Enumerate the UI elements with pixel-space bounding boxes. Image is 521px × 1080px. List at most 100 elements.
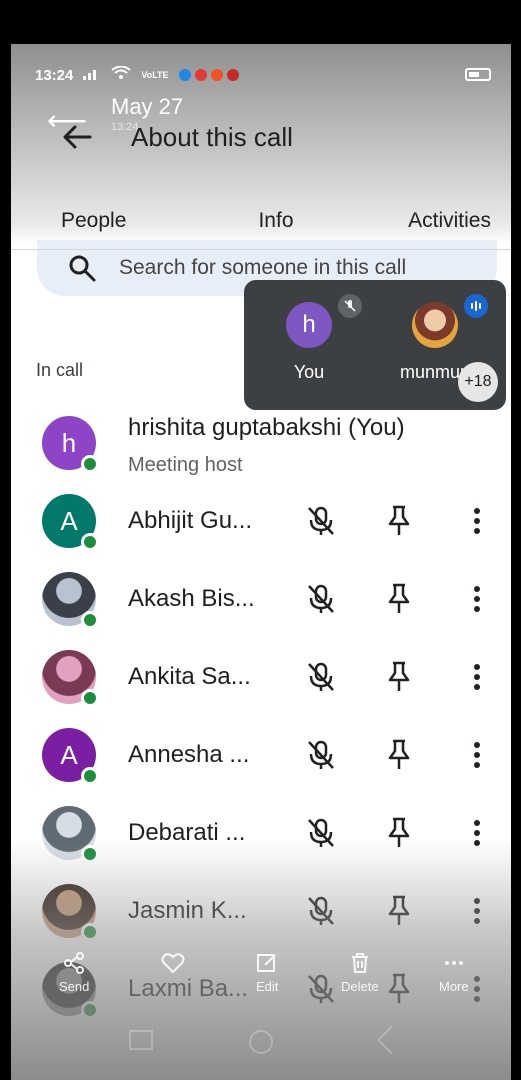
tab-people[interactable]: People bbox=[11, 192, 204, 249]
participant-name: hrishita guptabakshi (You) bbox=[128, 414, 405, 441]
participant-menu-button[interactable] bbox=[457, 891, 497, 931]
online-status-icon bbox=[81, 533, 99, 551]
tab-bar: People Info Activities bbox=[11, 192, 511, 250]
more-action[interactable]: More bbox=[439, 952, 469, 994]
participant-name: Akash Bis... bbox=[128, 585, 255, 612]
online-status-icon bbox=[81, 611, 99, 629]
edit-label: Edit bbox=[256, 979, 279, 994]
edit-action[interactable]: Edit bbox=[256, 952, 278, 994]
avatar: A bbox=[42, 494, 99, 551]
participant-menu-button[interactable] bbox=[457, 657, 497, 697]
gallery-action-bar: Send Edit Delete More bbox=[11, 952, 511, 1002]
pin-icon bbox=[388, 583, 410, 613]
avatar: A bbox=[42, 728, 99, 785]
participant-name: Jasmin K... bbox=[128, 897, 247, 924]
mic-off-icon bbox=[338, 294, 362, 318]
avatar bbox=[42, 650, 99, 707]
participant-name: Ankita Sa... bbox=[128, 663, 251, 690]
participant-row[interactable]: Jasmin K... bbox=[11, 872, 511, 950]
status-bar: 13:24 VoLTE bbox=[35, 64, 495, 86]
app-bar: About this call bbox=[11, 110, 511, 164]
pin-participant-button[interactable] bbox=[379, 501, 419, 541]
back-nav-button[interactable] bbox=[376, 1025, 406, 1055]
pin-participant-button[interactable] bbox=[379, 813, 419, 853]
app-notification-icon bbox=[226, 69, 239, 81]
heart-icon bbox=[161, 953, 185, 974]
signal-icon bbox=[83, 67, 101, 84]
pip-avatar-you: h bbox=[286, 302, 332, 348]
mute-participant-button[interactable] bbox=[301, 813, 341, 853]
participant-row[interactable]: A Abhijit Gu... bbox=[11, 482, 511, 560]
avatar bbox=[42, 572, 99, 629]
mute-participant-button[interactable] bbox=[301, 657, 341, 697]
pip-avatar-munmun bbox=[412, 302, 458, 348]
app-notification-icon bbox=[178, 69, 191, 81]
call-preview-pip[interactable]: h You munmun +18 bbox=[244, 280, 506, 410]
pin-icon bbox=[388, 505, 410, 535]
participant-menu-button[interactable] bbox=[457, 735, 497, 775]
mic-off-icon bbox=[308, 896, 334, 925]
delete-action[interactable]: Delete bbox=[341, 952, 379, 994]
page-title: About this call bbox=[131, 121, 293, 152]
participant-row[interactable]: A Annesha ... bbox=[11, 716, 511, 794]
pin-participant-button[interactable] bbox=[379, 735, 419, 775]
share-icon bbox=[64, 952, 85, 974]
pin-icon bbox=[388, 817, 410, 847]
trash-icon bbox=[351, 953, 368, 973]
participant-menu-button[interactable] bbox=[457, 579, 497, 619]
more-vert-icon bbox=[474, 820, 480, 846]
tab-info[interactable]: Info bbox=[204, 192, 347, 249]
mute-participant-button[interactable] bbox=[301, 735, 341, 775]
pin-participant-button[interactable] bbox=[379, 579, 419, 619]
send-action[interactable]: Send bbox=[59, 952, 89, 994]
avatar bbox=[42, 884, 99, 941]
pin-icon bbox=[388, 661, 410, 691]
system-nav-bar bbox=[11, 1025, 511, 1060]
mute-participant-button[interactable] bbox=[301, 891, 341, 931]
participant-actions bbox=[301, 735, 497, 775]
more-vert-icon bbox=[474, 664, 480, 690]
tab-activities[interactable]: Activities bbox=[348, 192, 511, 249]
edit-icon bbox=[257, 954, 276, 972]
home-button[interactable] bbox=[249, 1030, 273, 1054]
notification-icons bbox=[178, 69, 239, 81]
participant-name: Debarati ... bbox=[128, 819, 246, 846]
more-vert-icon bbox=[474, 898, 480, 924]
participant-name: Abhijit Gu... bbox=[128, 507, 253, 534]
pin-icon bbox=[388, 739, 410, 769]
favorite-action[interactable] bbox=[161, 952, 185, 979]
speaking-indicator-icon bbox=[464, 294, 488, 318]
pin-participant-button[interactable] bbox=[379, 657, 419, 697]
back-arrow-icon bbox=[63, 125, 92, 149]
participant-menu-button[interactable] bbox=[457, 501, 497, 541]
online-status-icon bbox=[81, 689, 99, 707]
participant-row-host[interactable]: h hrishita guptabakshi (You) Meeting hos… bbox=[11, 404, 511, 482]
participant-actions bbox=[301, 501, 497, 541]
participant-row[interactable]: Ankita Sa... bbox=[11, 638, 511, 716]
battery-icon bbox=[465, 68, 491, 81]
recents-button[interactable] bbox=[129, 1030, 153, 1050]
phone-screen: 13:24 VoLTE ⟵ May 27 13:24 About this ca… bbox=[11, 44, 511, 1080]
participant-actions bbox=[301, 657, 497, 697]
search-placeholder: Search for someone in this call bbox=[119, 256, 407, 279]
participant-menu-button[interactable] bbox=[457, 813, 497, 853]
pin-icon bbox=[388, 895, 410, 925]
mute-participant-button[interactable] bbox=[301, 501, 341, 541]
more-vert-icon bbox=[474, 742, 480, 768]
avatar bbox=[42, 806, 99, 863]
pin-participant-button[interactable] bbox=[379, 891, 419, 931]
network-type-label: VoLTE bbox=[141, 70, 169, 80]
pip-tile-you: h You bbox=[254, 294, 364, 383]
online-status-icon bbox=[81, 767, 99, 785]
online-status-icon bbox=[81, 455, 99, 473]
avatar: h bbox=[42, 416, 99, 473]
mic-off-icon bbox=[308, 818, 334, 847]
participant-row[interactable]: Debarati ... bbox=[11, 794, 511, 872]
back-button[interactable] bbox=[51, 117, 103, 157]
more-vert-icon bbox=[474, 508, 480, 534]
participant-list: h hrishita guptabakshi (You) Meeting hos… bbox=[11, 404, 511, 1028]
participant-actions bbox=[301, 579, 497, 619]
mic-off-icon bbox=[308, 506, 334, 535]
mute-participant-button[interactable] bbox=[301, 579, 341, 619]
participant-row[interactable]: Akash Bis... bbox=[11, 560, 511, 638]
